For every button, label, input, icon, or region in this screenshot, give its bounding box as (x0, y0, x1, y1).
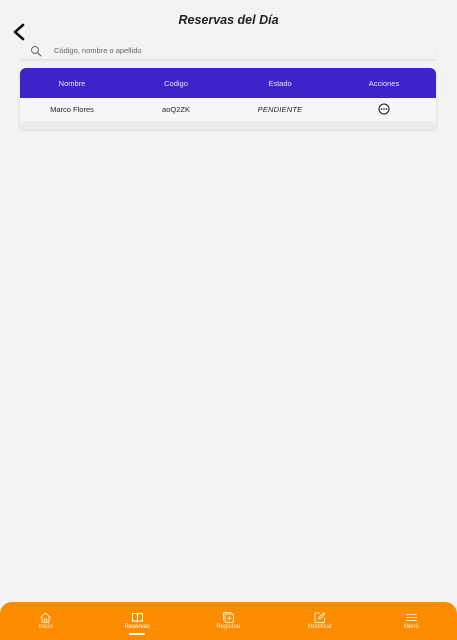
bottom-navigation: Inicio Reservas Registrar Modificar Menú (0, 602, 457, 640)
cell-acciones (332, 103, 436, 117)
cell-codigo: aoQ2ZK (162, 105, 190, 114)
page-title: Reservas del Día (178, 13, 279, 27)
nav-item-inicio[interactable]: Inicio (0, 602, 91, 640)
nav-label-reservas: Reservas (124, 624, 150, 630)
cell-estado: PENDIENTE (257, 105, 303, 114)
column-header-acciones: Acciones (368, 78, 400, 88)
search-icon (30, 45, 42, 57)
table-row: Marco Flores aoQ2ZK PENDIENTE (20, 98, 436, 121)
nav-item-modificar[interactable]: Modificar (274, 602, 365, 640)
nav-label-modificar: Modificar (307, 624, 333, 630)
nav-label-menu: Menú (403, 624, 419, 630)
nav-label-registrar: Registrar (216, 624, 241, 630)
add-box-icon (222, 611, 235, 624)
reservations-table: Nombre Codigo Estado Acciones Marco Flor… (20, 68, 436, 129)
column-header-codigo: Codigo (164, 78, 188, 88)
table-header: Nombre Codigo Estado Acciones (20, 68, 436, 98)
menu-icon (405, 611, 418, 624)
column-header-nombre: Nombre (58, 78, 86, 88)
book-open-icon (131, 611, 144, 624)
search-input[interactable] (54, 46, 436, 55)
nav-label-inicio: Inicio (38, 624, 53, 630)
table-footer (20, 121, 436, 129)
more-horizontal-icon (378, 103, 390, 114)
more-actions-button[interactable] (378, 103, 390, 115)
cell-nombre: Marco Flores (50, 105, 94, 114)
nav-item-registrar[interactable]: Registrar (183, 602, 274, 640)
column-header-estado: Estado (268, 78, 292, 88)
edit-icon (313, 611, 326, 624)
search-bar (22, 42, 436, 60)
nav-item-reservas[interactable]: Reservas (91, 602, 182, 640)
nav-item-menu[interactable]: Menú (366, 602, 457, 640)
home-icon (39, 611, 52, 624)
active-tab-indicator (129, 633, 146, 635)
